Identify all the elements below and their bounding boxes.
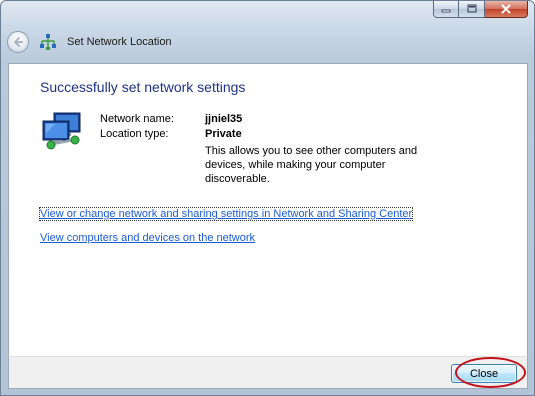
location-description: This allows you to see other computers a…	[205, 145, 418, 185]
caption-buttons	[433, 1, 528, 19]
maximize-button[interactable]	[459, 1, 485, 18]
back-button[interactable]	[7, 31, 29, 53]
window-close-button[interactable]	[485, 1, 528, 18]
network-icon	[40, 34, 56, 50]
navigation-bar: Set Network Location	[7, 29, 172, 55]
maximize-icon	[467, 4, 476, 13]
location-type-label: Location type:	[100, 128, 169, 140]
set-network-location-window: Set Network Location Successfully set ne…	[0, 0, 535, 396]
network-name-label: Network name:	[100, 113, 174, 125]
page-heading: Successfully set network settings	[40, 79, 246, 95]
network-computers-icon	[42, 112, 81, 150]
location-type-value: Private	[205, 128, 242, 140]
view-computers-link[interactable]: View computers and devices on the networ…	[40, 232, 255, 244]
network-name-value: jjniel35	[205, 113, 243, 125]
content-panel: Successfully set network settings Networ…	[8, 63, 528, 356]
close-button[interactable]: Close	[451, 364, 517, 383]
window-title: Set Network Location	[67, 36, 172, 48]
back-arrow-icon	[14, 37, 23, 47]
minimize-button[interactable]	[433, 1, 459, 18]
minimize-icon	[441, 9, 451, 13]
close-icon	[501, 4, 511, 14]
network-sharing-center-link[interactable]: View or change network and sharing setti…	[38, 207, 414, 221]
footer-bar: Close	[8, 356, 528, 389]
